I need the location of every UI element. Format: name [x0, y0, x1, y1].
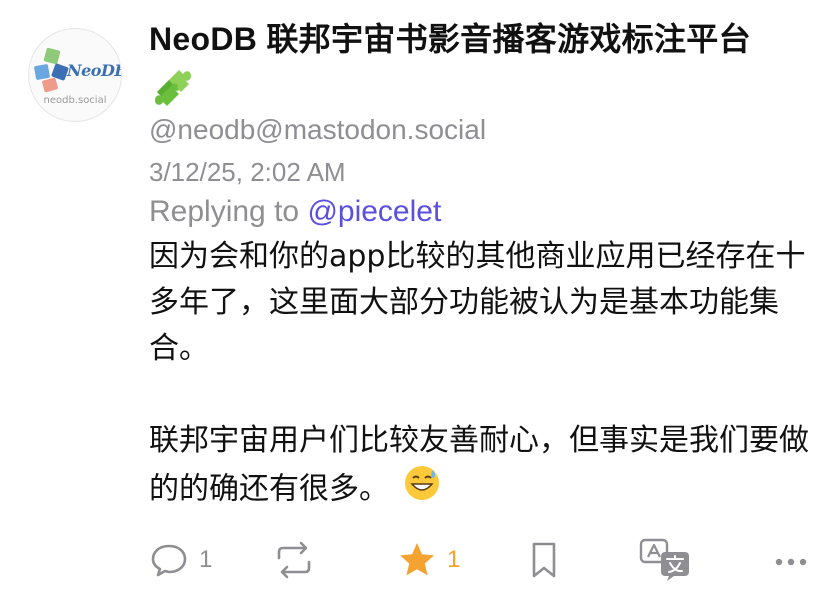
reply-icon [151, 544, 187, 577]
replying-prefix: Replying to [149, 195, 308, 228]
reply-count: 1 [199, 546, 213, 573]
bookmark-icon [532, 542, 556, 578]
post-timestamp: 3/12/25, 2:02 AM [149, 157, 346, 187]
favourite-button[interactable]: 1 [397, 538, 460, 582]
action-bar: 1 1 [149, 538, 817, 582]
post-paragraph-text: 联邦宇宙用户们比较友善耐心，但事实是我们要做的的确还有很多。 [149, 423, 809, 507]
logo-subtitle: neodb.social [43, 95, 107, 106]
more-button[interactable] [771, 538, 811, 582]
bookmark-button[interactable] [529, 538, 559, 582]
post-body: 因为会和你的app比较的其他商业应用已经存在十多年了，这里面大部分功能被认为是基… [149, 234, 817, 516]
star-icon [400, 543, 434, 576]
translate-icon [639, 538, 689, 581]
favourite-count: 1 [447, 546, 461, 573]
account-handle[interactable]: @neodb@mastodon.social [149, 110, 817, 150]
avatar[interactable]: NeoDB neodb.social [28, 28, 122, 122]
translate-button[interactable] [639, 538, 693, 582]
post-content: NeoDB 联邦宇宙书影音播客游戏标注平台 @neodb@mastodon.so… [149, 18, 817, 516]
puzzle-piece-icon [149, 62, 817, 106]
logo-text: NeoDB [67, 61, 122, 80]
reply-mention-link[interactable]: @piecelet [307, 195, 441, 228]
post-paragraph: 因为会和你的app比较的其他商业应用已经存在十多年了，这里面大部分功能被认为是基… [149, 239, 806, 366]
reply-button[interactable]: 1 [149, 538, 212, 582]
grinning-sweat-emoji-icon [403, 464, 441, 516]
more-icon [775, 558, 807, 566]
replying-to: Replying to @piecelet [149, 192, 817, 232]
post-paragraph: 联邦宇宙用户们比较友善耐心，但事实是我们要做的的确还有很多。 [149, 418, 817, 516]
boost-icon [277, 541, 311, 579]
boost-button[interactable] [273, 538, 315, 582]
display-name[interactable]: NeoDB 联邦宇宙书影音播客游戏标注平台 [149, 18, 817, 60]
